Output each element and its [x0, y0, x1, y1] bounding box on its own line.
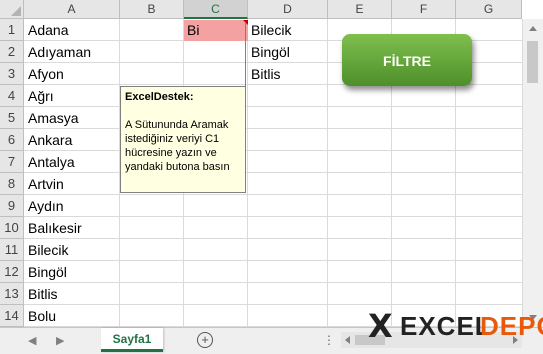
- add-sheet-icon[interactable]: +: [197, 332, 213, 348]
- column-header-c[interactable]: C: [184, 0, 248, 19]
- select-all-corner[interactable]: [0, 0, 24, 19]
- column-header-b[interactable]: B: [120, 0, 184, 19]
- cell-a8[interactable]: Artvin: [25, 176, 64, 192]
- cell-a10[interactable]: Balıkesir: [25, 220, 82, 236]
- scroll-left-icon[interactable]: [345, 336, 350, 344]
- cell-d2[interactable]: Bingöl: [248, 44, 290, 60]
- row-header-12[interactable]: 12: [0, 261, 24, 283]
- scroll-up-icon[interactable]: [529, 26, 537, 31]
- cell-a12[interactable]: Bingöl: [25, 264, 67, 280]
- cell-d1[interactable]: Bilecik: [248, 22, 291, 38]
- x-logo-icon: X: [368, 307, 393, 345]
- column-header-e[interactable]: E: [328, 0, 392, 19]
- note-title: ExcelDestek:: [125, 91, 194, 103]
- row-header-9[interactable]: 9: [0, 195, 24, 217]
- exceldepo-watermark: X EXCEL DEPO: [368, 307, 543, 347]
- cell-c1-value: Bi: [187, 22, 200, 38]
- column-header-g[interactable]: G: [456, 0, 522, 19]
- tab-sayfa1[interactable]: Sayfa1: [101, 328, 163, 352]
- cell-a4[interactable]: Ağrı: [25, 88, 54, 104]
- row-gridline: [24, 106, 522, 107]
- row-header-3[interactable]: 3: [0, 63, 24, 85]
- row-gridline: [24, 238, 522, 239]
- row-header-8[interactable]: 8: [0, 173, 24, 195]
- row-header-14[interactable]: 14: [0, 305, 24, 327]
- cell-a14[interactable]: Bolu: [25, 308, 56, 324]
- watermark-depo: DEPO: [480, 311, 543, 341]
- row-gridline: [24, 304, 522, 305]
- cell-c1[interactable]: Bi: [184, 20, 248, 41]
- row-header-7[interactable]: 7: [0, 151, 24, 173]
- cell-a3[interactable]: Afyon: [25, 66, 64, 82]
- cell-a6[interactable]: Ankara: [25, 132, 72, 148]
- row-header-11[interactable]: 11: [0, 239, 24, 261]
- row-gridline: [24, 128, 522, 129]
- cell-a13[interactable]: Bitlis: [25, 286, 58, 302]
- row-header-1[interactable]: 1: [0, 19, 24, 41]
- column-header-d[interactable]: D: [248, 0, 328, 19]
- cell-a2[interactable]: Adıyaman: [25, 44, 91, 60]
- tab-prev-icon[interactable]: ◀: [28, 334, 36, 347]
- row-header-4[interactable]: 4: [0, 85, 24, 107]
- vertical-scrollbar[interactable]: [522, 19, 543, 327]
- filter-button[interactable]: FİLTRE: [342, 34, 472, 86]
- note-body: A Sütununda Aramak istediğiniz veriyi C1…: [125, 119, 230, 173]
- comment-connector-line: [245, 22, 246, 86]
- cell-comment-note: ExcelDestek: A Sütununda Aramak istediği…: [120, 86, 246, 193]
- column-header-f[interactable]: F: [392, 0, 456, 19]
- cell-a1[interactable]: Adana: [25, 22, 68, 38]
- cell-d3[interactable]: Bitlis: [248, 66, 281, 82]
- column-header-a[interactable]: A: [24, 0, 120, 19]
- cell-a9[interactable]: Aydın: [25, 198, 64, 214]
- row-gridline: [24, 194, 522, 195]
- more-options-icon[interactable]: ⋮: [323, 333, 335, 347]
- cell-a11[interactable]: Bilecik: [25, 242, 68, 258]
- row-gridline: [24, 260, 522, 261]
- vertical-scroll-thumb[interactable]: [527, 41, 538, 83]
- cell-a5[interactable]: Amasya: [25, 110, 79, 126]
- tab-next-icon[interactable]: ▶: [56, 334, 64, 347]
- row-gridline: [24, 172, 522, 173]
- row-header-10[interactable]: 10: [0, 217, 24, 239]
- cell-a7[interactable]: Antalya: [25, 154, 75, 170]
- row-header-6[interactable]: 6: [0, 129, 24, 151]
- row-gridline: [24, 150, 522, 151]
- watermark-excel: EXCEL: [400, 311, 492, 341]
- row-header-5[interactable]: 5: [0, 107, 24, 129]
- spreadsheet-grid: A B C D E F G 1 Adana 2 Adıyaman 3 Afyon 4 Ağrı…: [0, 0, 543, 327]
- row-gridline: [24, 216, 522, 217]
- row-header-13[interactable]: 13: [0, 283, 24, 305]
- row-gridline: [24, 282, 522, 283]
- row-header-2[interactable]: 2: [0, 41, 24, 63]
